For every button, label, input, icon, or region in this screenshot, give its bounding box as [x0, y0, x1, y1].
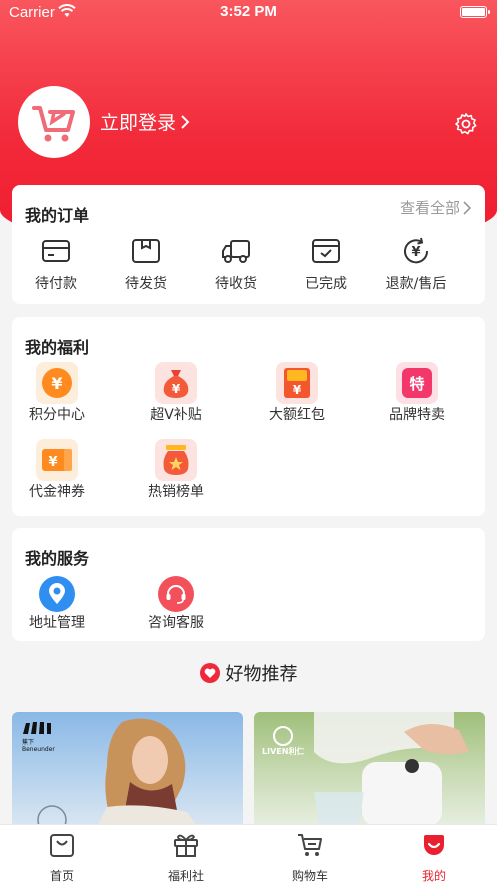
tab-home[interactable]: 首页 [22, 831, 102, 883]
welfare-voucher[interactable]: ¥ 代金神券 [12, 439, 102, 501]
service-address-management[interactable]: 地址管理 [12, 576, 102, 632]
money-bag-icon: ¥ [155, 362, 197, 404]
view-all-orders-link[interactable]: 查看全部 [400, 197, 471, 218]
brand-name: LIVEN利仁 [262, 747, 305, 756]
settings-gear-icon[interactable] [454, 112, 478, 136]
order-pending-receipt[interactable]: 待收货 [196, 237, 276, 293]
order-item-label: 待付款 [35, 276, 77, 292]
wallet-icon [42, 240, 70, 262]
brand-logo: 蕉下 Beneunder [22, 720, 55, 753]
brand-name: Beneunder [22, 746, 55, 753]
product-card[interactable]: LIVEN利仁 [254, 712, 485, 826]
welfare-big-red-envelope[interactable]: ¥ 大额红包 [252, 362, 342, 424]
clock: 3:52 PM [220, 3, 277, 20]
login-link[interactable]: 立即登录 [100, 108, 190, 135]
order-item-label: 已完成 [305, 276, 347, 292]
order-item-label: 退款/售后 [385, 276, 447, 292]
cart-icon [298, 834, 322, 856]
service-customer-support[interactable]: 咨询客服 [131, 576, 221, 632]
svg-text:¥: ¥ [293, 383, 302, 397]
welfare-card: 我的福利 ¥ 积分中心 ¥ 超V补贴 ¥ 大额红包 特 品牌特卖 ¥ 代金神券 … [12, 317, 485, 516]
welfare-item-label: 大额红包 [269, 407, 325, 423]
shopping-bag-icon [50, 834, 74, 857]
welfare-title: 我的福利 [25, 338, 90, 357]
login-label: 立即登录 [100, 112, 177, 134]
service-item-label: 咨询客服 [148, 615, 204, 631]
welfare-item-label: 积分中心 [29, 407, 85, 423]
headset-icon [158, 576, 194, 612]
recommend-heading: 好物推荐 [0, 660, 497, 686]
status-bar: Carrier 3:52 PM [0, 0, 497, 26]
truck-icon [222, 240, 250, 263]
special-sale-icon: 特 [396, 362, 438, 404]
tab-label: 首页 [49, 869, 74, 883]
coupon-icon: ¥ [36, 439, 78, 481]
order-item-label: 待发货 [125, 276, 167, 292]
gift-icon [174, 834, 198, 857]
points-coin-icon: ¥ [36, 362, 78, 404]
tab-mine[interactable]: 我的 [394, 831, 474, 883]
heart-icon [199, 663, 220, 683]
brand-logo-icon [273, 726, 294, 746]
svg-text:¥: ¥ [48, 455, 57, 470]
profile-smile-icon [424, 835, 444, 855]
brand-logo-icon [23, 722, 51, 734]
chevron-right-icon [181, 114, 190, 129]
completed-icon [312, 239, 340, 263]
app-logo-icon [32, 106, 75, 142]
tab-label: 福利社 [167, 869, 204, 883]
services-card: 我的服务 地址管理 咨询客服 [12, 528, 485, 641]
welfare-points-center[interactable]: ¥ 积分中心 [12, 362, 102, 424]
battery-icon [460, 6, 490, 18]
chevron-right-icon [463, 200, 471, 215]
order-pending-payment[interactable]: 待付款 [16, 237, 96, 293]
tab-label: 购物车 [291, 869, 328, 883]
package-icon [132, 239, 160, 263]
welfare-item-label: 热销榜单 [148, 484, 204, 500]
welfare-item-label: 代金神券 [29, 484, 85, 500]
avatar[interactable] [18, 86, 90, 158]
svg-text:¥: ¥ [411, 245, 420, 260]
services-title: 我的服务 [25, 549, 90, 568]
order-pending-shipment[interactable]: 待发货 [106, 237, 186, 293]
recommend-title: 好物推荐 [225, 664, 298, 685]
svg-text:¥: ¥ [172, 382, 181, 396]
refund-icon: ¥ [404, 237, 429, 264]
welfare-super-v-subsidy[interactable]: ¥ 超V补贴 [131, 362, 221, 424]
welfare-item-label: 超V补贴 [150, 407, 202, 423]
welfare-hot-list[interactable]: 热销榜单 [131, 439, 221, 501]
orders-title: 我的订单 [25, 206, 90, 225]
service-item-label: 地址管理 [29, 615, 85, 631]
hot-list-icon [155, 439, 197, 481]
order-item-label: 待收货 [215, 276, 257, 292]
tab-cart[interactable]: 购物车 [270, 831, 350, 883]
welfare-item-label: 品牌特卖 [389, 407, 445, 423]
orders-card: 我的订单 查看全部 待付款 待发货 待收货 已完成 ¥ 退款/售后 [12, 185, 485, 304]
tab-label: 我的 [421, 869, 446, 883]
brand-name-cn: 蕉下 [22, 739, 35, 746]
location-pin-icon [39, 576, 75, 612]
red-envelope-icon: ¥ [276, 362, 318, 404]
tab-welfare-club[interactable]: 福利社 [146, 831, 226, 883]
order-completed[interactable]: 已完成 [286, 237, 366, 293]
welfare-brand-special-sale[interactable]: 特 品牌特卖 [372, 362, 462, 424]
view-all-label: 查看全部 [399, 199, 460, 217]
product-card[interactable]: 蕉下 Beneunder [12, 712, 243, 826]
brand-logo: LIVEN利仁 [262, 726, 304, 757]
bottom-tab-bar: 首页 福利社 购物车 我的 [0, 824, 497, 883]
order-refund[interactable]: ¥ 退款/售后 [376, 237, 456, 293]
